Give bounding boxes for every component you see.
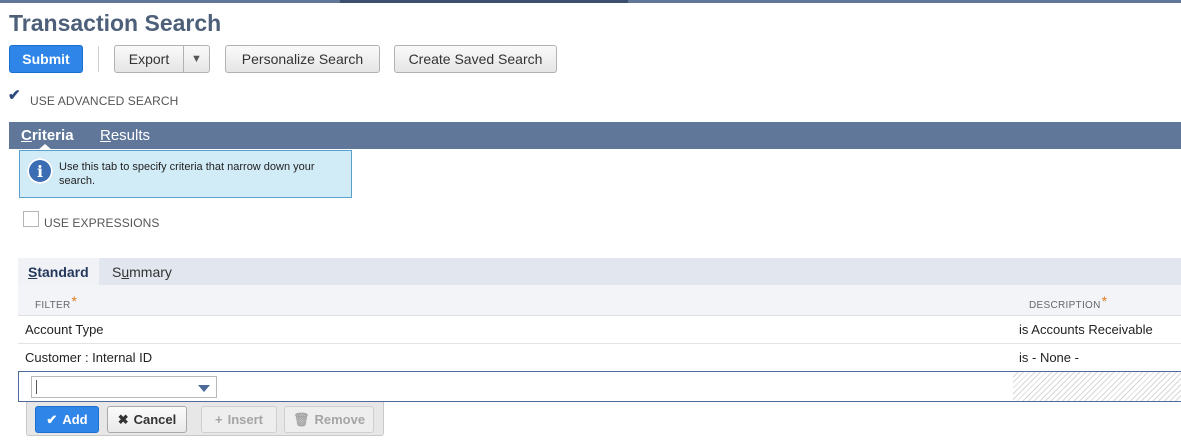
checkmark-icon: ✔ xyxy=(46,412,58,427)
use-advanced-search-checkbox[interactable]: ✔ xyxy=(8,87,23,105)
tab-results[interactable]: Results xyxy=(100,122,150,149)
row-description-cell: is Accounts Receivable xyxy=(1019,322,1153,337)
chevron-down-icon: ▼ xyxy=(191,53,202,65)
add-button-label: Add xyxy=(62,412,88,427)
plus-icon: + xyxy=(215,412,223,427)
row-description-cell: is - None - xyxy=(1019,350,1079,365)
remove-button[interactable]: 🗑 Remove xyxy=(284,406,374,433)
tab-criteria-accesskey: C xyxy=(21,127,32,144)
subtab-standard-accesskey: S xyxy=(28,263,38,280)
criteria-info-box: i Use this tab to specify criteria that … xyxy=(19,150,352,198)
personalize-search-button[interactable]: Personalize Search xyxy=(225,45,380,73)
description-disabled-cell xyxy=(1013,372,1181,401)
close-icon: ✖ xyxy=(117,412,129,427)
main-tab-bar: Criteria Results xyxy=(9,122,1181,149)
row-filter-cell: Account Type xyxy=(25,322,104,337)
top-accent-segment xyxy=(340,0,628,3)
subtab-summary-prefix: S xyxy=(112,263,122,280)
subtab-standard-label: tandard xyxy=(37,263,89,280)
column-header-description-label: DESCRIPTION xyxy=(1029,300,1101,311)
export-button[interactable]: Export xyxy=(114,45,184,73)
tab-results-label: esults xyxy=(110,127,151,144)
chevron-down-icon xyxy=(198,385,210,392)
required-marker: * xyxy=(71,293,78,309)
column-header-description[interactable]: DESCRIPTION* xyxy=(1029,293,1108,311)
text-cursor xyxy=(36,380,37,394)
insert-button[interactable]: + Insert xyxy=(201,406,277,433)
row-action-bar: ✔ Add ✖ Cancel + Insert 🗑 Remove xyxy=(26,402,384,436)
table-row[interactable]: Account Type is Accounts Receivable xyxy=(18,316,1181,344)
export-dropdown-button[interactable]: ▼ xyxy=(183,45,210,73)
table-row[interactable]: Customer : Internal ID is - None - xyxy=(18,344,1181,372)
submit-button[interactable]: Submit xyxy=(9,45,83,73)
checkmark-icon: ✔ xyxy=(8,87,21,104)
filter-select-dropdown[interactable] xyxy=(31,376,217,398)
tab-criteria-label: riteria xyxy=(31,127,74,144)
tab-results-accesskey: R xyxy=(100,127,111,144)
top-accent-line xyxy=(0,0,1181,3)
toolbar-separator xyxy=(98,46,99,72)
subtab-summary[interactable]: Su mmary xyxy=(112,258,172,285)
cancel-button[interactable]: ✖ Cancel xyxy=(107,406,187,433)
column-header-filter[interactable]: FILTER* xyxy=(35,293,78,311)
use-advanced-search-label: USE ADVANCED SEARCH xyxy=(30,94,179,108)
new-filter-row xyxy=(18,371,1181,402)
subtab-summary-accesskey: u xyxy=(121,263,130,280)
subtab-standard[interactable]: Standard xyxy=(18,258,99,285)
criteria-info-text: Use this tab to specify criteria that na… xyxy=(59,161,315,187)
grid-header: FILTER* DESCRIPTION* xyxy=(18,285,1181,316)
cancel-button-label: Cancel xyxy=(133,412,177,427)
add-button[interactable]: ✔ Add xyxy=(35,406,99,433)
use-expressions-label: USE EXPRESSIONS xyxy=(44,216,160,230)
criteria-subtab-bar: Standard Su mmary xyxy=(18,258,1181,285)
row-filter-cell: Customer : Internal ID xyxy=(25,350,153,365)
trash-icon: 🗑 xyxy=(292,412,310,427)
info-icon: i xyxy=(27,158,53,184)
page-title: Transaction Search xyxy=(9,10,222,36)
create-saved-search-button[interactable]: Create Saved Search xyxy=(394,45,557,73)
insert-button-label: Insert xyxy=(227,412,263,427)
remove-button-label: Remove xyxy=(314,412,366,427)
use-expressions-checkbox[interactable] xyxy=(23,211,39,227)
column-header-filter-label: FILTER xyxy=(35,300,71,311)
required-marker: * xyxy=(1101,293,1108,309)
subtab-summary-label: mmary xyxy=(129,263,172,280)
